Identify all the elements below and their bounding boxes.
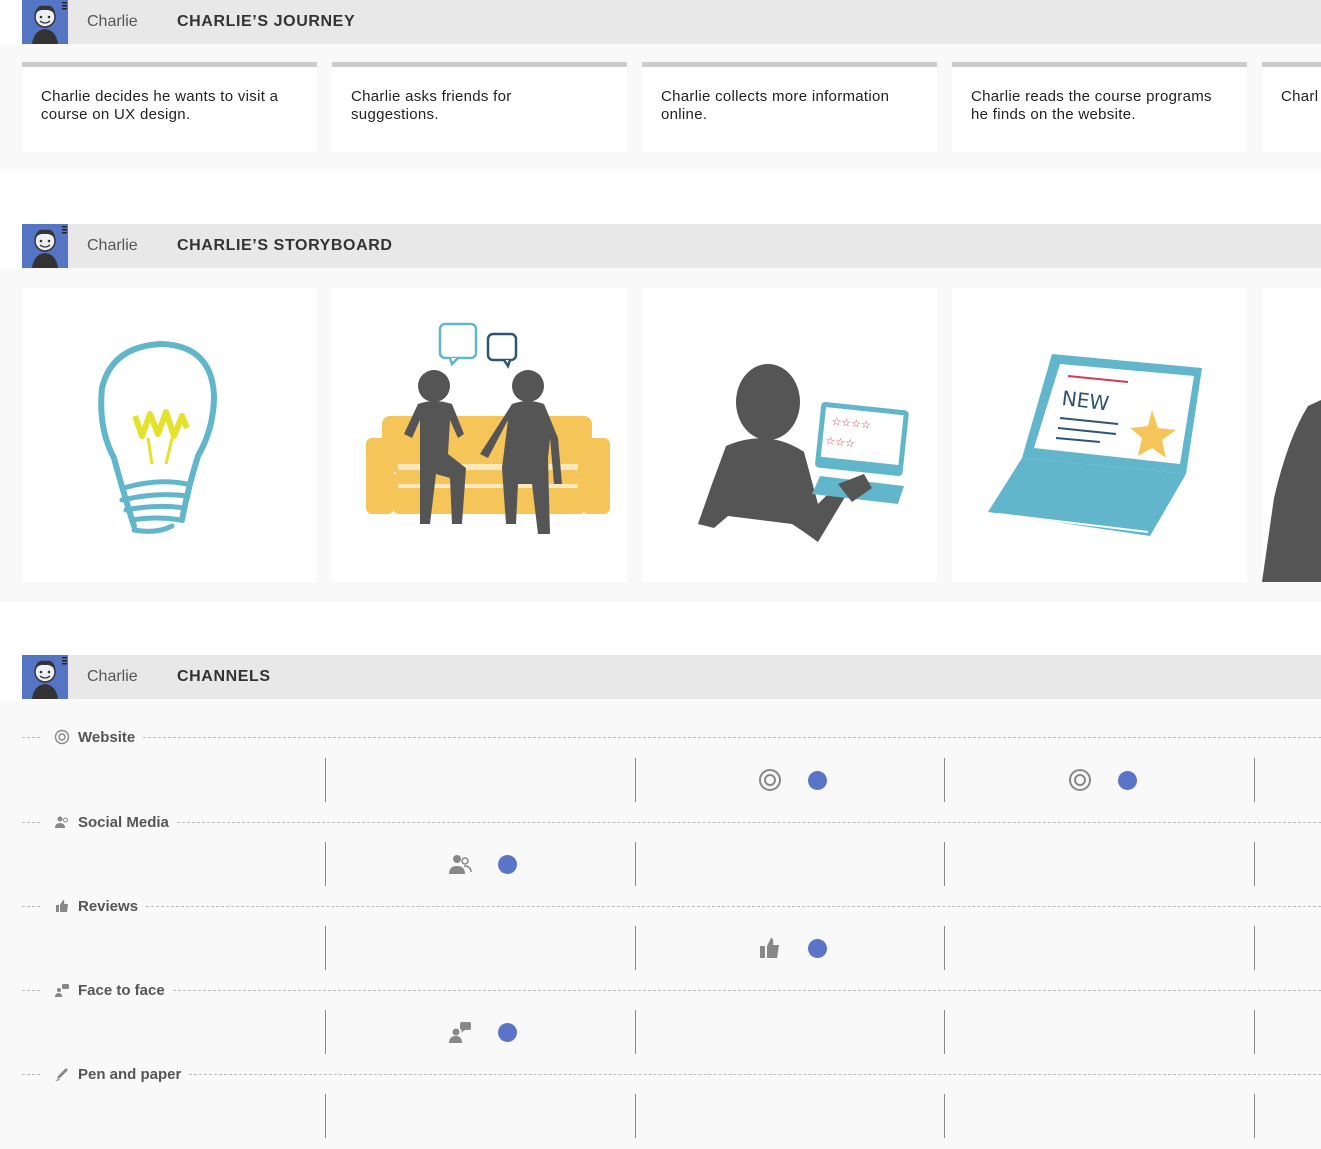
row-divider bbox=[176, 821, 1321, 823]
persona-avatar[interactable] bbox=[22, 0, 68, 44]
cell-divider bbox=[325, 1094, 326, 1138]
row-divider bbox=[22, 736, 40, 738]
people-icon bbox=[448, 852, 472, 876]
channel-name: Social Media bbox=[78, 813, 169, 831]
target-icon bbox=[758, 768, 782, 792]
journey-step[interactable]: Charlie collects more information online… bbox=[642, 62, 937, 152]
cell-divider bbox=[325, 842, 326, 886]
cell-divider bbox=[325, 758, 326, 802]
thumbs-up-icon bbox=[54, 898, 70, 914]
journey-step[interactable]: Charl bbox=[1262, 62, 1321, 152]
target-icon bbox=[54, 729, 70, 745]
cell-divider bbox=[1254, 1094, 1255, 1138]
cell-divider bbox=[325, 1010, 326, 1054]
laptop-new-illustration: NEW bbox=[988, 354, 1202, 536]
channels-grid: Website Social Media Reviews Face to fac… bbox=[0, 700, 1321, 1149]
cell-divider bbox=[635, 842, 636, 886]
persona-name: Charlie bbox=[87, 237, 138, 254]
channel-name: Website bbox=[78, 728, 136, 746]
storyboard-frame[interactable] bbox=[22, 288, 317, 582]
storyboard-frame[interactable]: NEW bbox=[952, 288, 1247, 582]
journey-step-text: Charlie decides he wants to visit a cour… bbox=[41, 88, 279, 123]
cell-divider bbox=[635, 926, 636, 970]
persona-avatar[interactable] bbox=[22, 655, 68, 699]
row-divider bbox=[172, 989, 1321, 991]
pen-icon bbox=[54, 1066, 70, 1082]
channel-name: Pen and paper bbox=[78, 1065, 182, 1083]
row-divider bbox=[22, 1073, 40, 1075]
row-divider bbox=[146, 905, 1321, 907]
cell-divider bbox=[944, 842, 945, 886]
journey-title: CHARLIE’S JOURNEY bbox=[177, 13, 356, 30]
persona-name: Charlie bbox=[87, 13, 138, 30]
channel-row-website: Website bbox=[22, 727, 1321, 747]
row-divider bbox=[143, 736, 1321, 738]
cell-divider bbox=[944, 1010, 945, 1054]
channel-active-dot[interactable] bbox=[808, 939, 827, 958]
journey-step[interactable]: Charlie reads the course programs he fin… bbox=[952, 62, 1247, 152]
journey-step[interactable]: Charlie decides he wants to visit a cour… bbox=[22, 62, 317, 152]
thumbs-up-icon bbox=[758, 936, 782, 960]
journey-step-text: Charl bbox=[1281, 88, 1319, 105]
row-divider bbox=[22, 989, 40, 991]
channel-row-face-to-face: Face to face bbox=[22, 980, 1321, 1000]
conversation-icon bbox=[54, 982, 70, 998]
journey-header: Charlie CHARLIE’S JOURNEY bbox=[22, 0, 1321, 44]
row-divider bbox=[22, 905, 40, 907]
persona-name: Charlie bbox=[87, 668, 138, 685]
storyboard-frame[interactable] bbox=[332, 288, 627, 582]
storyboard-title: CHARLIE’S STORYBOARD bbox=[177, 237, 393, 254]
target-icon bbox=[1068, 768, 1092, 792]
people-icon bbox=[54, 814, 70, 830]
row-divider bbox=[189, 1073, 1321, 1075]
cell-divider bbox=[635, 1010, 636, 1054]
channel-active-dot[interactable] bbox=[808, 771, 827, 790]
journey-step-text: Charlie reads the course programs he fin… bbox=[971, 88, 1212, 123]
storyboard-frame[interactable] bbox=[1262, 288, 1321, 582]
person-partial-illustration bbox=[1262, 400, 1321, 582]
cell-divider bbox=[1254, 926, 1255, 970]
cell-divider bbox=[944, 758, 945, 802]
cell-divider bbox=[944, 1094, 945, 1138]
channel-row-reviews: Reviews bbox=[22, 896, 1321, 916]
journey-step[interactable]: Charlie asks friends for suggestions. bbox=[332, 62, 627, 152]
cell-divider bbox=[635, 758, 636, 802]
friends-sofa-illustration bbox=[366, 322, 610, 534]
cell-divider bbox=[1254, 842, 1255, 886]
channels-header: Charlie CHANNELS bbox=[22, 655, 1321, 699]
cell-divider bbox=[944, 926, 945, 970]
lightbulb-illustration bbox=[98, 340, 218, 534]
cell-divider bbox=[635, 1094, 636, 1138]
channel-name: Face to face bbox=[78, 981, 165, 999]
row-divider bbox=[22, 821, 40, 823]
channels-title: CHANNELS bbox=[177, 668, 271, 685]
journey-step-text: Charlie collects more information online… bbox=[661, 88, 890, 123]
journey-step-text: Charlie asks friends for suggestions. bbox=[351, 88, 512, 123]
cell-divider bbox=[325, 926, 326, 970]
channel-row-social-media: Social Media bbox=[22, 812, 1321, 832]
persona-avatar[interactable] bbox=[22, 224, 68, 268]
channel-active-dot[interactable] bbox=[1118, 771, 1137, 790]
cell-divider bbox=[1254, 1010, 1255, 1054]
storyboard-frame[interactable]: ☆☆☆☆ ☆☆☆ bbox=[642, 288, 937, 582]
channel-row-pen-and-paper: Pen and paper bbox=[22, 1064, 1321, 1084]
conversation-icon bbox=[448, 1020, 472, 1044]
channel-name: Reviews bbox=[78, 897, 139, 915]
cell-divider bbox=[1254, 758, 1255, 802]
reviews-laptop-illustration: ☆☆☆☆ ☆☆☆ bbox=[698, 364, 909, 542]
channel-active-dot[interactable] bbox=[498, 1023, 517, 1042]
storyboard-header: Charlie CHARLIE’S STORYBOARD bbox=[22, 224, 1321, 268]
channel-active-dot[interactable] bbox=[498, 855, 517, 874]
